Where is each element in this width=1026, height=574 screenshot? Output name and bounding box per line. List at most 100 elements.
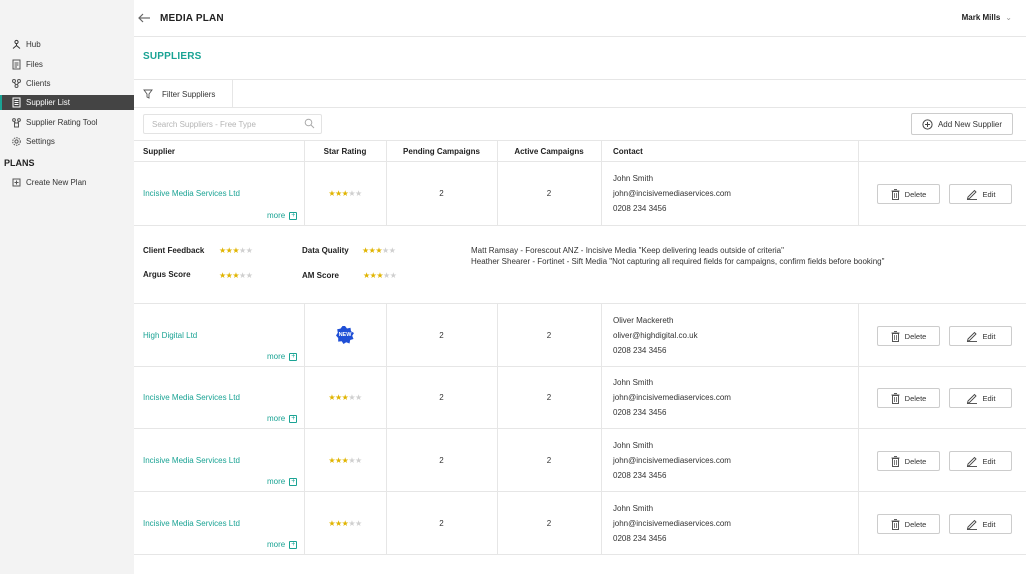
star-icon: ★ (341, 518, 349, 528)
more-toggle[interactable]: more + (267, 477, 298, 486)
star-icon: ★ (232, 271, 240, 280)
more-toggle[interactable]: more + (267, 414, 298, 423)
sidebar-item-clients[interactable]: Clients (0, 76, 134, 91)
star-icon: ★ (334, 393, 342, 402)
star-icon: ★ (245, 246, 253, 255)
contact-name: John Smith (613, 441, 654, 450)
add-new-supplier-button[interactable]: Add New Supplier (911, 113, 1013, 135)
back-arrow-icon[interactable] (137, 11, 151, 25)
delete-button[interactable]: Delete (877, 326, 940, 346)
contact-name: Oliver Mackereth (613, 316, 674, 325)
table-row: Incisive Media Services Ltd more + ★ ★ ★ ★ ★ 2 2 J… (134, 367, 1026, 429)
edit-button[interactable]: Edit (949, 184, 1012, 204)
files-icon (11, 59, 22, 70)
star-icon: ★ (239, 246, 246, 255)
edit-button[interactable]: Edit (949, 326, 1012, 346)
more-label: more (267, 414, 286, 423)
star-icon: ★ (355, 189, 362, 198)
delete-button[interactable]: Delete (877, 184, 940, 204)
sidebar-item-label: Hub (26, 40, 41, 49)
contact-name: John Smith (613, 504, 654, 513)
delete-label: Delete (904, 393, 927, 403)
star-rating: ★ ★ ★ ★ ★ (328, 189, 362, 198)
more-label: more (267, 477, 286, 486)
contact-cell: John Smith john@incisivemediaservices.com… (613, 375, 731, 420)
more-toggle[interactable]: more + (267, 540, 298, 549)
column-header-active-campaigns[interactable]: Active Campaigns (497, 141, 601, 162)
column-header-supplier[interactable]: Supplier (143, 141, 175, 162)
contact-email[interactable]: john@incisivemediaservices.com (613, 186, 731, 201)
filter-suppliers-button[interactable]: Filter Suppliers (134, 80, 233, 108)
supplier-name-link[interactable]: Incisive Media Services Ltd (143, 393, 240, 402)
clients-icon (11, 78, 22, 89)
star-icon: ★ (375, 246, 383, 255)
search-icon[interactable] (304, 118, 315, 129)
star-rating: ★ ★ ★ ★ ★ (328, 518, 362, 528)
sidebar-item-supplier-rating-tool[interactable]: Supplier Rating Tool (0, 115, 134, 130)
table-row: Incisive Media Services Ltd more + ★ ★ ★ ★ ★ 2 2 J… (134, 429, 1026, 492)
more-label: more (267, 352, 286, 361)
more-toggle[interactable]: more + (267, 211, 298, 220)
contact-email[interactable]: john@incisivemediaservices.com (613, 453, 731, 468)
column-header-star-rating[interactable]: Star Rating (304, 141, 386, 162)
search-input[interactable] (143, 114, 322, 134)
contact-email[interactable]: john@incisivemediaservices.com (613, 390, 731, 405)
sidebar-item-supplier-list[interactable]: Supplier List (0, 95, 134, 110)
user-menu[interactable]: Mark Mills ⌄ (962, 13, 1012, 22)
supplier-name-link[interactable]: Incisive Media Services Ltd (143, 519, 240, 528)
expand-plus-icon: + (289, 211, 298, 220)
supplier-name-link[interactable]: Incisive Media Services Ltd (143, 189, 240, 198)
pending-campaigns-cell: 2 (439, 518, 444, 528)
more-toggle[interactable]: more + (267, 352, 298, 361)
star-icon: ★ (348, 393, 355, 402)
trash-icon (891, 455, 900, 467)
delete-button[interactable]: Delete (877, 388, 940, 408)
trash-icon (891, 392, 900, 404)
edit-button[interactable]: Edit (949, 514, 1012, 534)
sidebar-item-hub[interactable]: Hub (0, 37, 134, 52)
star-icon: ★ (388, 246, 396, 255)
delete-button[interactable]: Delete (877, 514, 940, 534)
star-icon: ★ (348, 189, 355, 198)
expand-plus-icon: + (289, 414, 298, 423)
star-icon: ★ (232, 246, 240, 255)
sidebar-item-label: Supplier Rating Tool (26, 118, 98, 127)
data-quality-stars: ★ ★ ★ ★ ★ (362, 246, 396, 255)
pencil-icon (966, 331, 977, 342)
active-campaigns-cell: 2 (546, 518, 552, 528)
star-icon: ★ (239, 271, 246, 280)
delete-label: Delete (904, 456, 927, 466)
page-title: MEDIA PLAN (160, 13, 224, 24)
pending-campaigns-cell: 2 (439, 189, 444, 198)
contact-email[interactable]: john@incisivemediaservices.com (613, 516, 731, 531)
sidebar-item-files[interactable]: Files (0, 57, 134, 72)
user-name: Mark Mills (961, 13, 1001, 22)
trash-icon (891, 518, 900, 530)
edit-button[interactable]: Edit (949, 451, 1012, 471)
star-icon: ★ (341, 189, 349, 198)
star-rating-cell: ★ ★ ★ ★ ★ (304, 367, 386, 428)
star-icon: ★ (363, 271, 370, 280)
delete-label: Delete (904, 519, 927, 529)
star-icon: ★ (348, 518, 355, 528)
plans-heading: PLANS (4, 158, 35, 168)
column-header-contact[interactable]: Contact (613, 141, 643, 162)
trash-icon (891, 188, 900, 200)
am-score-stars: ★ ★ ★ ★ ★ (363, 271, 397, 280)
supplier-name-link[interactable]: Incisive Media Services Ltd (143, 456, 240, 465)
delete-button[interactable]: Delete (877, 451, 940, 471)
supplier-name-link[interactable]: High Digital Ltd (143, 331, 197, 340)
star-rating-cell: NEW (304, 304, 386, 366)
star-icon: ★ (328, 455, 335, 465)
feedback-comment: Heather Shearer - Fortinet - Sift Media … (471, 257, 885, 266)
column-divider (304, 140, 305, 555)
star-icon: ★ (219, 271, 226, 280)
create-new-plan-button[interactable]: Create New Plan (0, 175, 134, 190)
contact-email[interactable]: oliver@highdigital.co.uk (613, 328, 698, 343)
gear-icon (11, 136, 22, 147)
star-icon: ★ (376, 271, 384, 280)
sidebar-item-settings[interactable]: Settings (0, 134, 134, 149)
expand-plus-icon: + (289, 540, 298, 549)
column-header-pending-campaigns[interactable]: Pending Campaigns (386, 141, 497, 162)
edit-button[interactable]: Edit (949, 388, 1012, 408)
